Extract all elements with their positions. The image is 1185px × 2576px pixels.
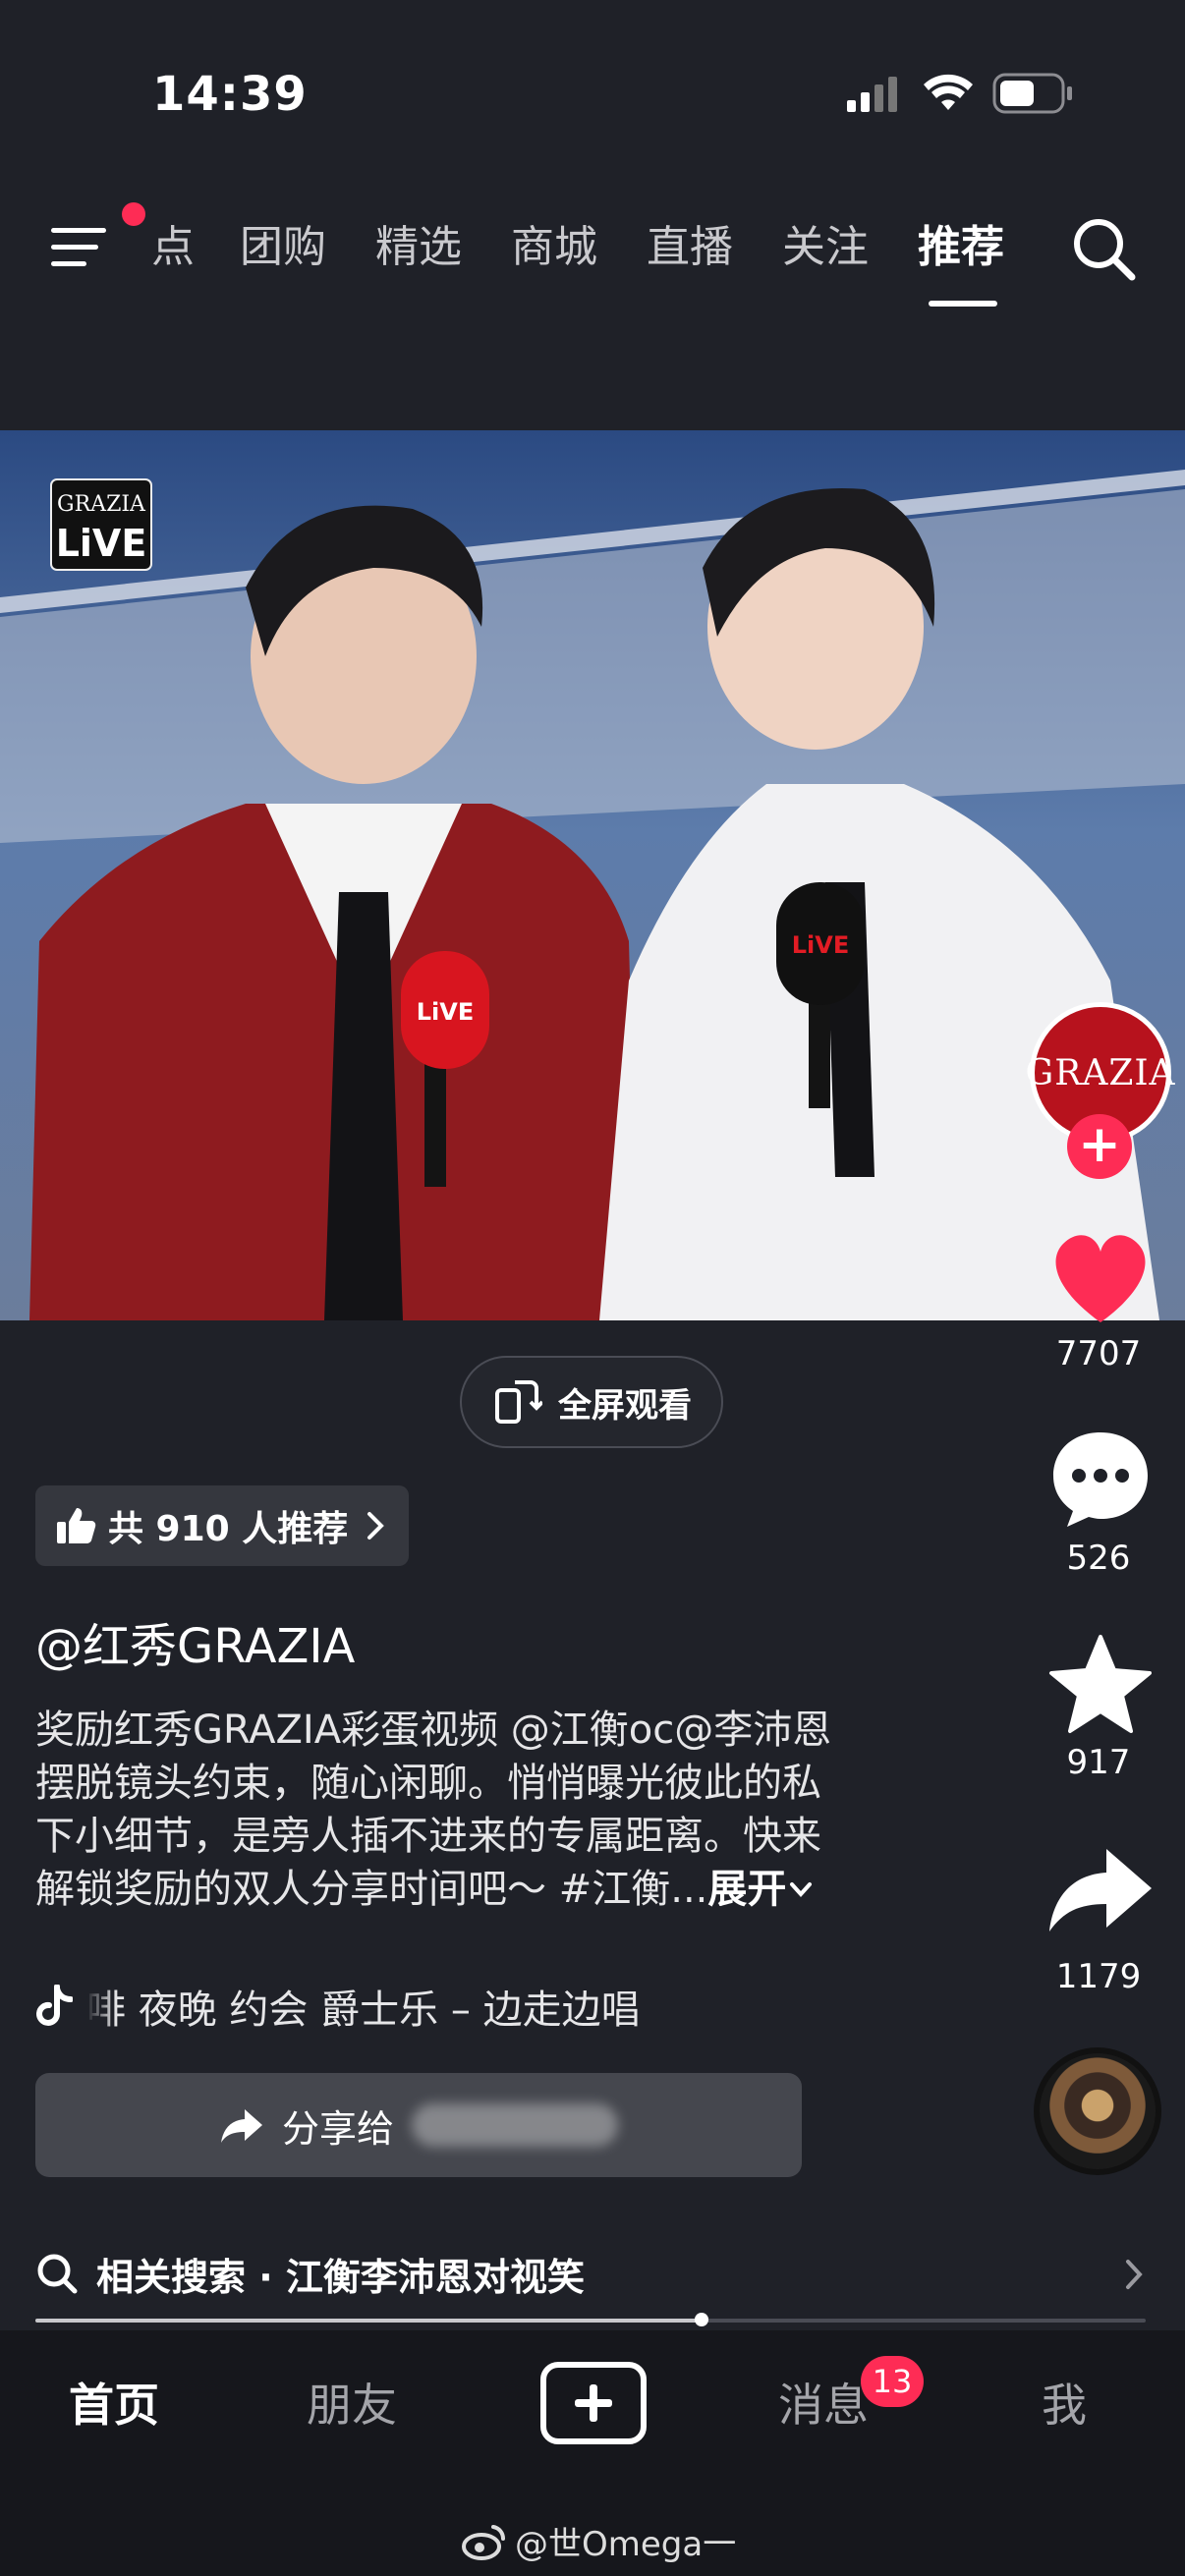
- tab-tuangou[interactable]: 团购: [240, 218, 326, 277]
- comment-button[interactable]: [1042, 1425, 1159, 1533]
- tab-messages[interactable]: 消息: [778, 2376, 869, 2435]
- caption-line-text: 解锁奖励的双人分享时间吧～ #江衡...: [35, 1867, 708, 1912]
- tab-friends[interactable]: 朋友: [307, 2376, 397, 2435]
- tab-shangcheng[interactable]: 商城: [511, 218, 597, 277]
- caption-line: 下小细节，是旁人插不进来的专属距离。快来: [35, 1814, 821, 1859]
- logo-bottom-text: LiVE: [56, 522, 147, 565]
- status-time: 14:39: [152, 67, 308, 122]
- progress-fill: [35, 2319, 702, 2323]
- plus-icon: [575, 2384, 612, 2422]
- tab-home[interactable]: 首页: [69, 2376, 159, 2435]
- caption-line: 奖励红秀GRAZIA彩蛋视频 @江衡oc@李沛恩: [35, 1708, 832, 1753]
- thumbs-up-icon: [57, 1508, 96, 1543]
- status-icons: [847, 71, 1083, 120]
- create-button[interactable]: [540, 2362, 647, 2444]
- fullscreen-label: 全屏观看: [558, 1385, 692, 1426]
- expand-button[interactable]: 展开: [707, 1867, 786, 1912]
- chevron-right-icon: [1120, 2250, 1150, 2299]
- tab-zhibo[interactable]: 直播: [647, 218, 733, 277]
- weibo-icon: [462, 2524, 506, 2560]
- tab-jingxuan[interactable]: 精选: [375, 218, 462, 277]
- search-icon: [1074, 219, 1136, 281]
- tab-dian[interactable]: 点: [151, 218, 195, 277]
- messages-badge: 13: [861, 2356, 924, 2407]
- share-label: 分享给: [281, 2106, 394, 2151]
- caption-line: 解锁奖励的双人分享时间吧～ #江衡...展开: [35, 1863, 920, 1916]
- plus-icon: +: [1078, 1115, 1121, 1174]
- watermark: @世Omega一: [462, 2517, 736, 2565]
- share-button[interactable]: [1042, 1835, 1159, 1943]
- logo-top-text: GRAZIA: [57, 492, 146, 517]
- tab-tuijian[interactable]: 推荐: [918, 218, 1004, 277]
- caption-line: 摆脱镜头约束，随心闲聊。悄悄曝光彼此的私: [35, 1761, 821, 1806]
- share-to-bar[interactable]: 分享给: [35, 2073, 802, 2177]
- like-button[interactable]: [1042, 1224, 1159, 1332]
- search-button[interactable]: [1069, 214, 1138, 283]
- active-tab-indicator: [929, 301, 997, 307]
- author-name[interactable]: @红秀GRAZIA: [35, 1607, 355, 1676]
- tab-me[interactable]: 我: [1042, 2376, 1087, 2435]
- related-search[interactable]: 相关搜索 · 江衡李沛恩对视笑: [35, 2244, 1150, 2303]
- favorite-button[interactable]: [1042, 1631, 1159, 1739]
- fullscreen-button[interactable]: 全屏观看: [460, 1356, 723, 1448]
- share-arrow-icon: [1049, 1849, 1152, 1932]
- watermark-text: @世Omega一: [515, 2525, 737, 2564]
- notification-dot: [122, 202, 145, 226]
- blurred-recipient: [412, 2103, 618, 2147]
- favorite-count: 917: [1066, 1743, 1131, 1782]
- heart-icon: [1055, 1235, 1146, 1322]
- share-count: 1179: [1055, 1957, 1142, 1996]
- related-search-label: 相关搜索 · 江衡李沛恩对视笑: [96, 2255, 585, 2299]
- wifi-icon: [924, 74, 973, 110]
- chevron-right-icon: [367, 1512, 385, 1540]
- comment-count: 526: [1066, 1539, 1131, 1578]
- menu-icon: [51, 228, 106, 266]
- star-icon: [1049, 1635, 1152, 1733]
- signal-icon: [847, 77, 897, 112]
- music-row[interactable]: 啡 夜晚 约会 爵士乐 – 边走边唱: [35, 1977, 762, 2036]
- music-title: 啡 夜晚 约会 爵士乐 – 边走边唱: [86, 1988, 641, 2033]
- recommend-label: 共 910 人推荐: [108, 1509, 349, 1549]
- post-caption[interactable]: 奖励红秀GRAZIA彩蛋视频 @江衡oc@李沛恩 摆脱镜头约束，随心闲聊。悄悄曝…: [35, 1704, 920, 1916]
- rotate-screen-icon: [495, 1380, 542, 1424]
- mic-text-left: LiVE: [417, 998, 475, 1026]
- recommend-chip[interactable]: 共 910 人推荐: [35, 1485, 409, 1566]
- battery-icon: [992, 73, 1072, 114]
- tab-guanzhu[interactable]: 关注: [782, 218, 869, 277]
- douyin-note-icon: [36, 1985, 73, 2026]
- mic-text-right: LiVE: [792, 931, 850, 959]
- author-avatar-text: GRAZIA: [1025, 1052, 1176, 1093]
- like-count: 7707: [1055, 1334, 1142, 1373]
- comment-icon: [1053, 1432, 1148, 1527]
- music-disc[interactable]: [1034, 2047, 1161, 2175]
- video-player[interactable]: LiVE LiVE GRAZIA LiVE: [0, 430, 1185, 1320]
- follow-button[interactable]: +: [1067, 1114, 1132, 1179]
- menu-button[interactable]: [47, 218, 118, 277]
- progress-knob[interactable]: [695, 2313, 708, 2326]
- share-arrow-icon: [220, 2109, 262, 2143]
- search-icon: [37, 2254, 78, 2294]
- chevron-down-icon: [790, 1882, 813, 1897]
